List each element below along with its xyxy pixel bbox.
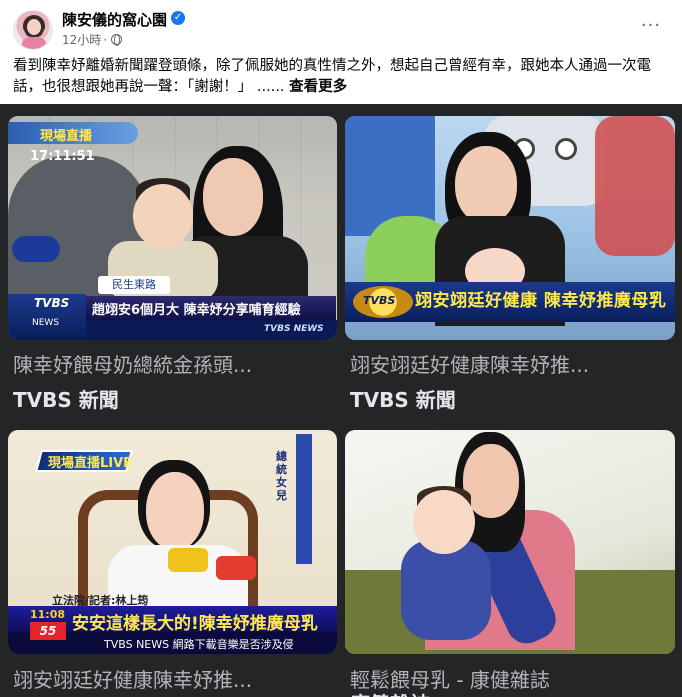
woman-face bbox=[455, 146, 517, 224]
link-card-2[interactable]: TVBS 翊安翊廷好健康 陳幸妤推廣母乳 翊安翊廷好健康陳幸妤推... TVBS… bbox=[341, 104, 682, 414]
baby-face bbox=[133, 184, 193, 248]
microphone-icon bbox=[12, 236, 60, 262]
location-label: 民生東路 bbox=[98, 276, 170, 294]
baby-face bbox=[413, 490, 475, 554]
baby-body bbox=[401, 540, 491, 640]
link-card-3[interactable]: 現場直播LIVE 總統女兒 立法院/記者:林上筠 11:08 安安這樣長大的!陳… bbox=[0, 422, 341, 697]
live-label: 現場直播LIVE bbox=[48, 456, 133, 471]
verified-badge-icon: ✓ bbox=[171, 11, 185, 25]
page-avatar[interactable] bbox=[13, 10, 53, 50]
corner-logo: TVBS NEWS bbox=[264, 324, 324, 334]
avatar-face bbox=[27, 19, 41, 35]
red-toy bbox=[595, 116, 675, 256]
thumbnail-3: 現場直播LIVE 總統女兒 立法院/記者:林上筠 11:08 安安這樣長大的!陳… bbox=[8, 430, 337, 654]
see-more-link[interactable]: 查看更多 bbox=[289, 79, 347, 95]
side-bar bbox=[296, 434, 312, 564]
page-name-link[interactable]: 陳安儀的窩心園 bbox=[62, 9, 167, 30]
robot-eye-right bbox=[555, 138, 577, 160]
link-card-source: TVBS 新聞 bbox=[350, 388, 456, 412]
link-card-title: 陳幸妤餵母奶總統金孫頭... bbox=[13, 353, 253, 377]
post-message: 看到陳幸妤離婚新聞躍登頭條，除了佩服她的真性情之外，想起自己曾經有幸，跟她本人通… bbox=[13, 56, 669, 98]
link-card-4[interactable]: 輕鬆餵母乳 - 康健雜誌 康健雜誌 bbox=[341, 422, 682, 697]
headline-text: 翊安翊廷好健康 陳幸妤推廣母乳 bbox=[415, 291, 667, 311]
link-card-title: 翊安翊廷好健康陳幸妤推... bbox=[13, 668, 253, 692]
thumbnail-2: TVBS 翊安翊廷好健康 陳幸妤推廣母乳 bbox=[345, 116, 675, 340]
microphone-icon bbox=[168, 548, 208, 572]
ticker-text: TVBS NEWS 網路下載音樂是否涉及侵 bbox=[104, 638, 294, 651]
link-attachment-grid: 現場直播 17:11:51 民生東路 TVBS NEWS 趙翊安6個月大 陳幸妤… bbox=[0, 104, 682, 697]
meta-separator: · bbox=[103, 32, 108, 47]
clock-label: 17:11:51 bbox=[30, 149, 95, 164]
live-label: 現場直播 bbox=[40, 129, 93, 144]
post-timestamp[interactable]: 12小時 bbox=[62, 31, 101, 48]
microphone-icon bbox=[216, 556, 256, 580]
woman-face bbox=[146, 472, 204, 550]
post-meta: 12小時 · bbox=[62, 31, 123, 48]
avatar-dress bbox=[22, 37, 46, 49]
tvbs-logo-text: TVBS bbox=[363, 294, 396, 307]
channel-logo: 55 bbox=[30, 622, 66, 640]
thumbnail-1: 現場直播 17:11:51 民生東路 TVBS NEWS 趙翊安6個月大 陳幸妤… bbox=[8, 116, 337, 340]
thumbnail-4 bbox=[345, 430, 675, 654]
globe-icon bbox=[111, 34, 123, 46]
link-card-source: TVBS 新聞 bbox=[13, 388, 119, 412]
link-card-source: 康健雜誌 bbox=[350, 688, 430, 697]
link-card-title: 翊安翊廷好健康陳幸妤推... bbox=[350, 353, 590, 377]
link-card-1[interactable]: 現場直播 17:11:51 民生東路 TVBS NEWS 趙翊安6個月大 陳幸妤… bbox=[0, 104, 341, 414]
post-header: 陳安儀的窩心園 ✓ 12小時 · ··· bbox=[0, 0, 682, 56]
tvbs-news-text: NEWS bbox=[32, 318, 60, 328]
headline-text: 趙翊安6個月大 陳幸妤分享哺育經驗 bbox=[92, 303, 301, 318]
woman-face bbox=[203, 158, 263, 236]
more-options-button[interactable]: ··· bbox=[636, 14, 666, 44]
tvbs-logo-text: TVBS bbox=[34, 296, 70, 310]
microphones bbox=[168, 548, 258, 588]
clock-label: 11:08 bbox=[30, 608, 66, 621]
side-label: 總統女兒 bbox=[276, 450, 287, 502]
headline-text: 安安這樣長大的!陳幸妤推廣母乳 bbox=[72, 614, 318, 634]
